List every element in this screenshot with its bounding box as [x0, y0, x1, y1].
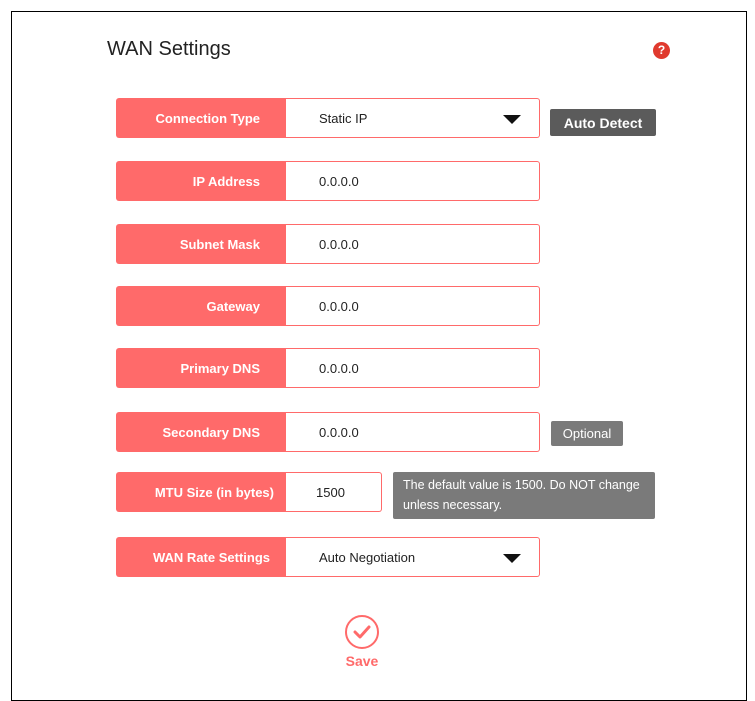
auto-detect-button[interactable]: Auto Detect: [550, 109, 656, 136]
primary-dns-label: Primary DNS: [116, 348, 286, 388]
mtu-note: The default value is 1500. Do NOT change…: [393, 472, 655, 519]
help-icon[interactable]: ?: [653, 42, 670, 59]
connection-type-value: Static IP: [319, 110, 368, 126]
subnet-mask-label: Subnet Mask: [116, 224, 286, 264]
wan-rate-select[interactable]: Auto Negotiation: [286, 537, 540, 577]
gateway-value: 0.0.0.0: [319, 298, 359, 314]
mtu-input[interactable]: 1500: [286, 472, 382, 512]
subnet-mask-input[interactable]: 0.0.0.0: [286, 224, 540, 264]
connection-type-select[interactable]: Static IP: [286, 98, 540, 138]
primary-dns-input[interactable]: 0.0.0.0: [286, 348, 540, 388]
secondary-dns-label: Secondary DNS: [116, 412, 286, 452]
save-button[interactable]: Save: [337, 653, 387, 669]
wan-rate-label: WAN Rate Settings: [116, 537, 286, 577]
chevron-down-icon: [503, 554, 521, 563]
wan-rate-value: Auto Negotiation: [319, 549, 416, 565]
ip-address-value: 0.0.0.0: [319, 173, 359, 189]
ip-address-label: IP Address: [116, 161, 286, 201]
page-title: WAN Settings: [107, 38, 231, 60]
connection-type-label: Connection Type: [116, 98, 286, 138]
mtu-label: MTU Size (in bytes): [116, 472, 286, 512]
ip-address-input[interactable]: 0.0.0.0: [286, 161, 540, 201]
save-checkmark-icon[interactable]: [345, 615, 379, 649]
subnet-mask-value: 0.0.0.0: [319, 236, 359, 252]
secondary-dns-value: 0.0.0.0: [319, 424, 359, 440]
gateway-label: Gateway: [116, 286, 286, 326]
chevron-down-icon: [503, 115, 521, 124]
primary-dns-value: 0.0.0.0: [319, 360, 359, 376]
secondary-dns-input[interactable]: 0.0.0.0: [286, 412, 540, 452]
gateway-input[interactable]: 0.0.0.0: [286, 286, 540, 326]
optional-badge: Optional: [551, 421, 623, 446]
mtu-value: 1500: [316, 484, 345, 500]
